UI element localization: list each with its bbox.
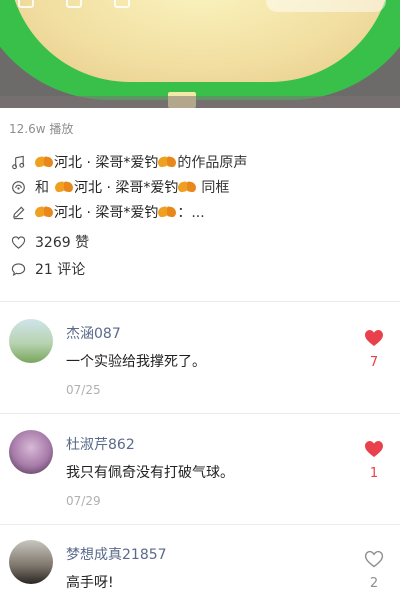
share-icon[interactable] (66, 0, 82, 8)
heart-filled-icon[interactable] (364, 329, 384, 347)
comment-author[interactable]: 杰涵087 (66, 323, 121, 343)
duet-suffix: 同框 (201, 180, 230, 196)
likes-count: 3269 赞 (35, 235, 90, 251)
comment-item[interactable]: 杰涵087 一个实验给我撑死了。 07/25 7 (0, 303, 400, 413)
comment-author[interactable]: 杜淑芹862 (66, 434, 135, 454)
music-suffix: 的作品原声 (177, 155, 248, 171)
duet-icon (9, 178, 27, 196)
comment-text: 我只有佩奇没有打破气球。 (66, 465, 234, 481)
back-icon[interactable] (18, 0, 34, 8)
comment-text: 高手呀! (66, 575, 114, 591)
comment-bubble-icon (9, 260, 27, 278)
comment-like-count: 7 (369, 355, 379, 370)
video-top-bar (0, 0, 400, 12)
comment-text: 一个实验给我撑死了。 (66, 354, 206, 370)
comment-like-count: 2 (369, 576, 379, 591)
heart-filled-icon[interactable] (364, 440, 384, 458)
music-author[interactable]: 河北 · 梁哥*爱钓 (54, 152, 158, 172)
duet-prefix: 和 (35, 180, 49, 196)
top-overlay-pill[interactable] (266, 0, 386, 12)
comment-like-count: 1 (369, 466, 379, 481)
avatar[interactable] (9, 319, 53, 363)
caption-author[interactable]: 河北 · 梁哥*爱钓 (54, 202, 158, 222)
badge-icon (158, 206, 176, 218)
duet-row[interactable]: 和 河北 · 梁哥*爱钓 同框 (9, 177, 229, 197)
avatar[interactable] (9, 540, 53, 584)
pencil-icon (9, 203, 27, 221)
heart-outline-icon (9, 233, 27, 251)
badge-icon (35, 156, 53, 168)
duet-author[interactable]: 河北 · 梁哥*爱钓 (74, 177, 178, 197)
comment-date: 07/25 (66, 383, 101, 397)
comment-author[interactable]: 梦想成真21857 (66, 544, 167, 564)
badge-icon (35, 206, 53, 218)
more-icon[interactable] (114, 0, 130, 8)
video-frame-shade (0, 96, 400, 108)
badge-icon (55, 181, 73, 193)
comments-count: 21 评论 (35, 262, 86, 278)
caption-row[interactable]: 河北 · 梁哥*爱钓 ：... (9, 202, 205, 222)
section-divider (0, 301, 400, 302)
badge-icon (158, 156, 176, 168)
play-count: 12.6w 播放 (9, 122, 74, 136)
comments-row[interactable]: 21 评论 (9, 259, 85, 279)
caption-suffix: ：... (177, 205, 205, 221)
badge-icon (178, 181, 196, 193)
video-preview[interactable] (0, 0, 400, 108)
original-sound-row[interactable]: 河北 · 梁哥*爱钓 的作品原声 (9, 152, 247, 172)
likes-row[interactable]: 3269 赞 (9, 232, 89, 252)
comment-item[interactable]: 梦想成真21857 高手呀! 2 (0, 524, 400, 600)
avatar[interactable] (9, 430, 53, 474)
comment-date: 07/29 (66, 494, 101, 508)
comment-item[interactable]: 杜淑芹862 我只有佩奇没有打破气球。 07/29 1 (0, 414, 400, 524)
heart-outline-icon[interactable] (364, 550, 384, 568)
music-note-icon (9, 153, 27, 171)
